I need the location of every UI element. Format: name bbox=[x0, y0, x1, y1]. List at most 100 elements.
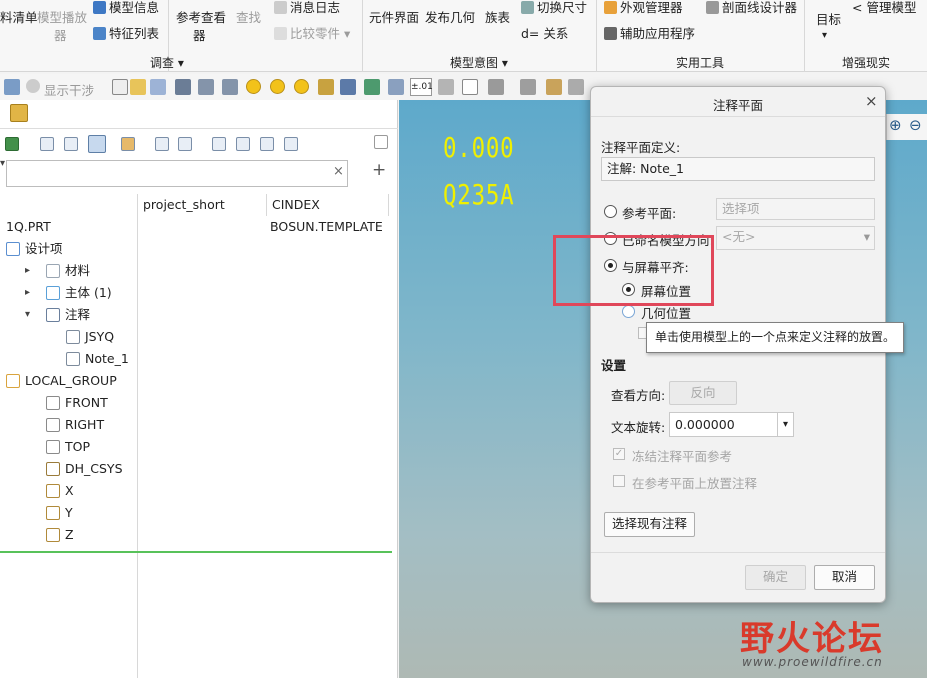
target-button[interactable]: 目标 bbox=[816, 12, 841, 28]
chevron-right-icon[interactable]: ▸ bbox=[25, 282, 30, 304]
columns-icon[interactable] bbox=[64, 137, 78, 151]
reference-viewer-button[interactable]: 参考查看 bbox=[176, 10, 226, 26]
backup-icon[interactable] bbox=[222, 79, 238, 95]
reference-plane-radio[interactable] bbox=[604, 205, 617, 218]
filter-icon[interactable] bbox=[155, 137, 169, 151]
show-interference-button[interactable]: 显示干涉 bbox=[44, 80, 94, 99]
tree-row[interactable]: DH_CSYS bbox=[0, 458, 390, 480]
settings-icon[interactable] bbox=[5, 137, 19, 151]
chevron-down-icon[interactable]: ▾ bbox=[777, 413, 793, 436]
smiley-icon[interactable] bbox=[246, 79, 261, 94]
annotation-display-icon[interactable] bbox=[438, 79, 454, 95]
group-label-utilities: 实用工具 bbox=[676, 56, 725, 70]
bom-button[interactable]: 料清单 bbox=[0, 10, 38, 26]
text-rotation-input[interactable]: 0.000000 ▾ bbox=[669, 412, 794, 437]
undo-icon[interactable] bbox=[150, 79, 166, 95]
tree-row[interactable]: Note_1 bbox=[0, 348, 390, 370]
message-log-button[interactable]: 消息日志 bbox=[274, 0, 340, 16]
redo-arrow-icon[interactable] bbox=[568, 79, 584, 95]
spin-center-icon[interactable] bbox=[520, 79, 536, 95]
relations-button[interactable]: d= 关系 bbox=[521, 26, 568, 42]
model-info-button[interactable]: 模型信息 bbox=[93, 0, 159, 16]
appearance-manager-button[interactable]: 外观管理器 bbox=[604, 0, 683, 16]
chevron-right-icon[interactable]: ▸ bbox=[25, 260, 30, 282]
zoom-fit-icon[interactable] bbox=[388, 79, 404, 95]
chevron-down-icon[interactable]: ▾ bbox=[0, 158, 5, 169]
select-existing-button[interactable]: 选择现有注释 bbox=[604, 512, 695, 537]
text-display-icon[interactable] bbox=[462, 79, 478, 95]
add-icon[interactable]: + bbox=[372, 160, 386, 180]
view-icon[interactable] bbox=[4, 79, 20, 95]
tree-row[interactable]: JSYQ bbox=[0, 326, 390, 348]
tree-row[interactable]: ▾ 注释 bbox=[0, 304, 390, 326]
model-annotation-text[interactable]: Q235A bbox=[443, 178, 514, 211]
auxiliary-app-button[interactable]: 辅助应用程序 bbox=[604, 26, 695, 42]
tree-row[interactable]: Y bbox=[0, 502, 390, 524]
regenerate-icon[interactable] bbox=[318, 79, 334, 95]
tree-row[interactable]: FRONT bbox=[0, 392, 390, 414]
tree-row[interactable]: X bbox=[0, 480, 390, 502]
tree-row[interactable]: 1Q.PRT BOSUN.TEMPLATE bbox=[0, 216, 390, 238]
tree-row[interactable]: ▸ 主体 (1) bbox=[0, 282, 390, 304]
group-label-investigate[interactable]: 调查 ▾ bbox=[150, 54, 184, 71]
list-icon[interactable] bbox=[212, 137, 226, 151]
zoom-out-icon[interactable]: ⊖ bbox=[909, 116, 922, 134]
zoom-in-icon[interactable]: ⊕ bbox=[889, 116, 902, 134]
save-icon[interactable] bbox=[175, 79, 191, 95]
tree-row[interactable]: 设计项 bbox=[0, 238, 390, 260]
component-interface-button[interactable]: 元件界面 bbox=[369, 10, 419, 26]
flip-button[interactable]: 反向 bbox=[669, 381, 737, 405]
undo-arrow-icon[interactable] bbox=[488, 79, 504, 95]
family-table-button[interactable]: 族表 bbox=[485, 10, 510, 26]
smiley-icon[interactable] bbox=[270, 79, 285, 94]
repaint-icon[interactable] bbox=[364, 79, 380, 95]
hierarchy-icon[interactable] bbox=[260, 137, 274, 151]
compare-part-button[interactable]: 比较零件 ▾ bbox=[274, 26, 350, 42]
model-player-button[interactable]: 模型播放 bbox=[37, 10, 87, 26]
model-annotation-text[interactable]: 0.000 bbox=[443, 131, 514, 164]
open-icon[interactable] bbox=[130, 79, 146, 95]
place-on-ref-checkbox[interactable] bbox=[613, 475, 625, 487]
tree-row[interactable]: TOP bbox=[0, 436, 390, 458]
hatch-designer-button[interactable]: 剖面线设计器 bbox=[706, 0, 797, 16]
orient-icon[interactable] bbox=[340, 79, 356, 95]
clear-icon[interactable]: × bbox=[333, 164, 344, 179]
freeze-plane-checkbox[interactable]: ✓ bbox=[613, 448, 625, 460]
new-icon[interactable] bbox=[112, 79, 128, 95]
ok-button[interactable]: 确定 bbox=[745, 565, 806, 590]
publish-geometry-button[interactable]: 发布几何 bbox=[425, 10, 475, 26]
switch-dimensions-button[interactable]: 切换尺寸 bbox=[521, 0, 587, 16]
tolerance-display-button[interactable]: ±.01 bbox=[410, 78, 433, 96]
named-orientation-select[interactable]: <无> ▾ bbox=[716, 226, 875, 250]
manage-model-button[interactable]: < 管理模型 bbox=[852, 0, 916, 16]
tree-row[interactable]: RIGHT bbox=[0, 414, 390, 436]
tree-columns-icon[interactable] bbox=[178, 137, 192, 151]
tree-row-content: 主体 (1) bbox=[46, 282, 112, 304]
save-copy-icon[interactable] bbox=[198, 79, 214, 95]
tree-row-content: 1Q.PRT bbox=[6, 216, 51, 238]
document-icon[interactable] bbox=[374, 135, 388, 149]
column-header-project-short[interactable]: project_short bbox=[143, 194, 225, 216]
show-columns-icon[interactable] bbox=[88, 135, 106, 153]
tree-row[interactable]: LOCAL_GROUP bbox=[0, 370, 390, 392]
properties-icon[interactable] bbox=[284, 137, 298, 151]
group-label-model-intent[interactable]: 模型意图 ▾ bbox=[450, 54, 508, 71]
model-tree-tab-icon[interactable] bbox=[10, 104, 28, 122]
column-header-cindex[interactable]: CINDEX bbox=[272, 194, 320, 216]
select-icon[interactable] bbox=[546, 79, 562, 95]
tree-row[interactable]: Z bbox=[0, 524, 390, 546]
close-button[interactable]: × bbox=[865, 92, 878, 110]
tree-search-input[interactable] bbox=[6, 160, 348, 187]
feature-list-button[interactable]: 特征列表 bbox=[93, 26, 159, 42]
tree-row[interactable]: ▸ 材料 bbox=[0, 260, 390, 282]
geometry-position-radio[interactable] bbox=[622, 305, 635, 318]
chevron-down-icon[interactable]: ▾ bbox=[25, 304, 30, 326]
cancel-button[interactable]: 取消 bbox=[814, 565, 875, 590]
open-file-icon[interactable] bbox=[121, 137, 135, 151]
tree-row-label: JSYQ bbox=[85, 329, 115, 344]
reference-plane-collector[interactable]: 选择项 bbox=[716, 198, 875, 220]
find-button[interactable]: 查找 bbox=[236, 10, 261, 26]
smiley-icon[interactable] bbox=[294, 79, 309, 94]
tree-filter-icon[interactable] bbox=[40, 137, 54, 151]
layer-icon[interactable] bbox=[236, 137, 250, 151]
